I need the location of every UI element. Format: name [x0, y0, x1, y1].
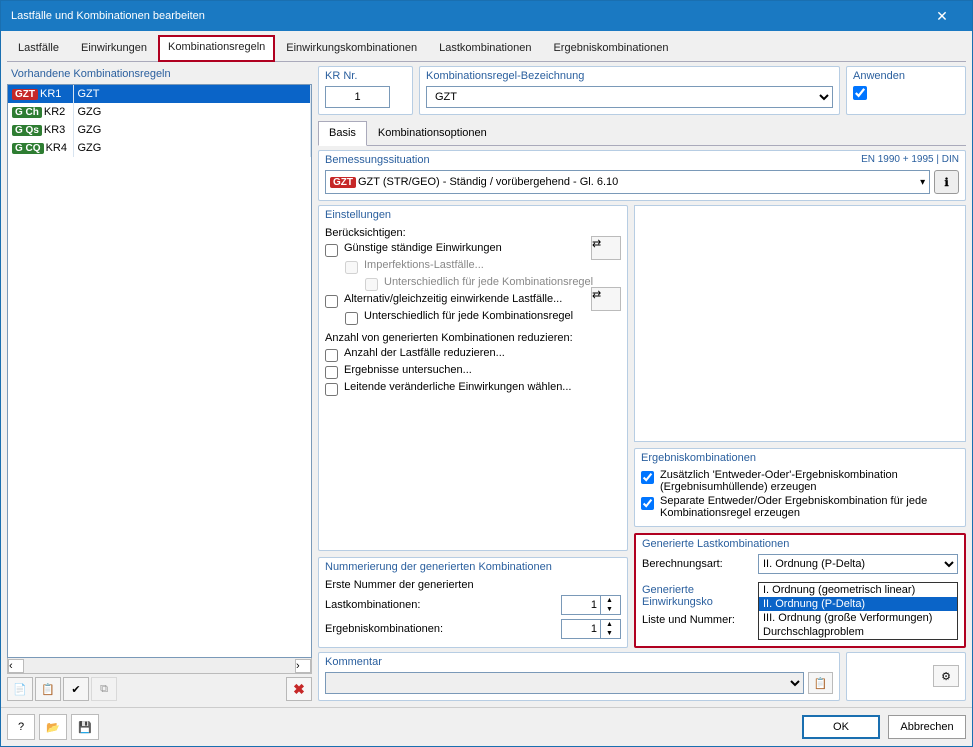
side-btn-1[interactable]: ⇄	[591, 236, 621, 260]
anwenden-checkbox[interactable]	[853, 86, 867, 100]
kommentar-select[interactable]	[325, 672, 804, 694]
opt-durchschlag[interactable]: Durchschlagproblem	[759, 625, 957, 639]
badge-gch: G Ch	[12, 107, 42, 118]
chk-zusatz[interactable]	[641, 471, 654, 484]
window-title: Lastfälle und Kombinationen bearbeiten	[11, 10, 205, 22]
tab-einwirkungen[interactable]: Einwirkungen	[70, 35, 158, 61]
kr-bez-label: Kombinationsregel-Bezeichnung	[420, 67, 839, 82]
ergkomb-label: Ergebniskombinationen:	[325, 623, 555, 635]
list-item[interactable]: GZTKR1 GZT	[8, 85, 311, 103]
standard-code: EN 1990 + 1995 | DIN	[861, 151, 965, 166]
einst-title: Einstellungen	[319, 206, 627, 221]
lastkomb-label: Lastkombinationen:	[325, 599, 555, 611]
tab-lastkombinationen[interactable]: Lastkombinationen	[428, 35, 542, 61]
badge-gcq: G CQ	[12, 143, 44, 154]
ergk-title: Ergebniskombinationen	[635, 449, 965, 464]
extra-button[interactable]: ⚙	[933, 665, 959, 687]
red-label: Anzahl von generierten Kombinationen red…	[325, 326, 621, 346]
link-button[interactable]: ⧉	[91, 677, 117, 701]
rule-list[interactable]: GZTKR1 GZT G ChKR2 GZG G QsKR3 GZG G C	[7, 84, 312, 658]
kr-nr-label: KR Nr.	[319, 67, 412, 82]
chk-guenstig[interactable]	[325, 244, 338, 257]
kommentar-title: Kommentar	[319, 653, 839, 668]
main-tabstrip: Lastfälle Einwirkungen Kombinationsregel…	[7, 35, 966, 62]
numm-line1: Erste Nummer der generierten	[325, 577, 621, 593]
list-item[interactable]: G QsKR3 GZG	[8, 121, 311, 139]
chk-imperf	[345, 261, 358, 274]
side-btn-2[interactable]: ⇄	[591, 287, 621, 311]
copy-button[interactable]: 📋	[35, 677, 61, 701]
chk-leitende[interactable]	[325, 383, 338, 396]
chk-imperf-unter	[365, 278, 378, 291]
info-button[interactable]: ℹ	[934, 170, 959, 194]
bemess-title: Bemessungssituation	[319, 151, 861, 166]
berechnungsart-label: Berechnungsart:	[642, 558, 752, 570]
ergkomb-spinner[interactable]: ▲▼	[561, 619, 621, 639]
kommentar-pick-button[interactable]: 📋	[808, 672, 833, 694]
beruck-label: Berücksichtigen:	[325, 225, 621, 241]
chk-alt-unter[interactable]	[345, 312, 358, 325]
tab-einwirkungskombinationen[interactable]: Einwirkungskombinationen	[275, 35, 428, 61]
lastkomb-spinner[interactable]: ▲▼	[561, 595, 621, 615]
h-scrollbar[interactable]: ‹ ›	[7, 658, 312, 674]
opt-3rd-order[interactable]: III. Ordnung (große Verformungen)	[759, 611, 957, 625]
chk-alternativ[interactable]	[325, 295, 338, 308]
tab-basis[interactable]: Basis	[318, 121, 367, 146]
opt-2nd-order[interactable]: II. Ordnung (P-Delta)	[759, 597, 957, 611]
delete-button[interactable]: ✖	[286, 677, 312, 701]
berechnungsart-select[interactable]: II. Ordnung (P-Delta)	[758, 554, 958, 574]
numm-title: Nummerierung der generierten Kombination…	[319, 558, 627, 573]
badge-gzt: GZT	[12, 89, 38, 100]
tab-ergebniskombinationen[interactable]: Ergebniskombinationen	[542, 35, 679, 61]
scroll-left-icon[interactable]: ‹	[8, 659, 24, 673]
badge-gzt-inline: GZT	[330, 177, 356, 188]
genlk-title: Generierte Lastkombinationen	[636, 535, 964, 550]
tab-kombinationsregeln[interactable]: Kombinationsregeln	[158, 35, 275, 62]
help-button[interactable]: ?	[7, 714, 35, 740]
left-title: Vorhandene Kombinationsregeln	[7, 66, 312, 84]
new-button[interactable]: 📄	[7, 677, 33, 701]
folder-button[interactable]: 📂	[39, 714, 67, 740]
check-button[interactable]: ✔	[63, 677, 89, 701]
chk-erg-unter[interactable]	[325, 366, 338, 379]
kr-nr-input[interactable]	[325, 86, 390, 108]
liste-nummer-label: Liste und Nummer:	[642, 614, 752, 626]
ok-button[interactable]: OK	[802, 715, 880, 739]
chevron-down-icon: ▾	[920, 177, 925, 188]
genek-title: Generierte Einwirkungsko	[642, 584, 752, 608]
tab-kombinationsoptionen[interactable]: Kombinationsoptionen	[367, 121, 498, 145]
close-icon[interactable]	[922, 1, 962, 31]
chk-separate[interactable]	[641, 497, 654, 510]
chk-anzahl-red[interactable]	[325, 349, 338, 362]
preview-area	[634, 205, 966, 442]
badge-gqs: G Qs	[12, 125, 42, 136]
list-item[interactable]: G CQKR4 GZG	[8, 139, 311, 157]
scroll-right-icon[interactable]: ›	[295, 659, 311, 673]
anwenden-label: Anwenden	[847, 67, 965, 82]
berechnungsart-dropdown-list[interactable]: I. Ordnung (geometrisch linear) II. Ordn…	[758, 582, 958, 640]
cancel-button[interactable]: Abbrechen	[888, 715, 966, 739]
opt-1st-order[interactable]: I. Ordnung (geometrisch linear)	[759, 583, 957, 597]
kr-bez-select[interactable]: GZT	[426, 86, 833, 108]
save-button[interactable]: 💾	[71, 714, 99, 740]
tab-lastfaelle[interactable]: Lastfälle	[7, 35, 70, 61]
list-item[interactable]: G ChKR2 GZG	[8, 103, 311, 121]
bemess-select[interactable]: GZT GZT (STR/GEO) - Ständig / vorübergeh…	[325, 170, 930, 194]
